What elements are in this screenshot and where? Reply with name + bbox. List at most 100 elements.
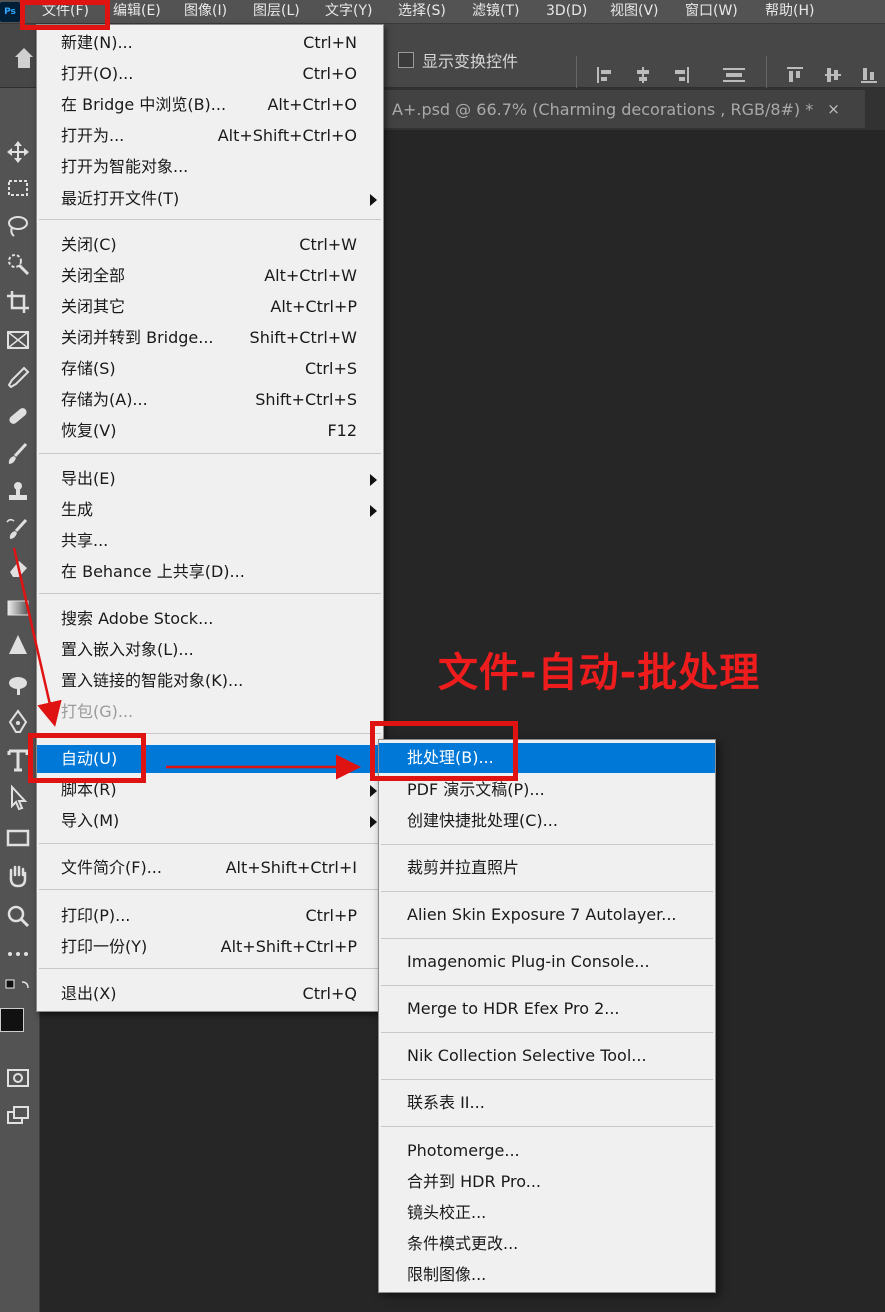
eyedropper-icon[interactable]: [4, 364, 32, 392]
dodge-icon[interactable]: [4, 670, 32, 698]
menu-item-share-behance[interactable]: 在 Behance 上共享(D)...: [37, 558, 383, 586]
menu-image[interactable]: 图像(I): [184, 0, 227, 24]
menu-item-open-as[interactable]: 打开为... Alt+Shift+Ctrl+O: [37, 122, 383, 150]
menu-item-close-others[interactable]: 关闭其它 Alt+Ctrl+P: [37, 293, 383, 321]
menu-item-open-smart-object[interactable]: 打开为智能对象...: [37, 153, 383, 181]
align-right-icon[interactable]: [672, 66, 690, 84]
menu-item-place-linked[interactable]: 置入链接的智能对象(K)...: [37, 667, 383, 695]
submenu-item-contact-sheet[interactable]: 联系表 II...: [379, 1088, 715, 1118]
document-tab[interactable]: A+.psd @ 66.7% (Charming decorations , R…: [380, 90, 865, 128]
menu-window[interactable]: 窗口(W): [685, 0, 738, 24]
show-transform-controls[interactable]: 显示变换控件: [398, 48, 518, 72]
stamp-icon[interactable]: [4, 478, 32, 506]
menu-divider: [39, 453, 381, 454]
path-select-icon[interactable]: [4, 784, 32, 812]
healing-icon[interactable]: [4, 402, 32, 430]
menu-item-import[interactable]: 导入(M): [37, 807, 383, 835]
close-tab-icon[interactable]: ×: [827, 100, 840, 118]
submenu-item-merge-hdr-pro[interactable]: 合并到 HDR Pro...: [379, 1167, 715, 1197]
show-transform-checkbox[interactable]: [398, 52, 414, 68]
menu-divider: [381, 844, 713, 845]
menu-item-generate[interactable]: 生成: [37, 496, 383, 524]
submenu-arrow-icon: [370, 194, 377, 206]
menu-item-close-all[interactable]: 关闭全部 Alt+Ctrl+W: [37, 262, 383, 290]
menu-item-revert[interactable]: 恢复(V) F12: [37, 417, 383, 445]
pen-icon[interactable]: [4, 708, 32, 736]
show-transform-label: 显示变换控件: [422, 52, 519, 71]
crop-icon[interactable]: [4, 288, 32, 316]
rectangle-icon[interactable]: [4, 824, 32, 852]
submenu-item-photomerge[interactable]: Photomerge...: [379, 1136, 715, 1166]
menu-divider: [39, 219, 381, 220]
menu-item-open[interactable]: 打开(O)... Ctrl+O: [37, 60, 383, 88]
submenu-arrow-icon: [370, 785, 377, 797]
menu-3d[interactable]: 3D(D): [546, 0, 587, 24]
swap-colors-icon[interactable]: [4, 978, 32, 1006]
menu-item-print[interactable]: 打印(P)... Ctrl+P: [37, 902, 383, 930]
menu-item-recent-files[interactable]: 最近打开文件(T): [37, 185, 383, 213]
marquee-icon[interactable]: [4, 174, 32, 202]
menu-bar: Ps 文件(F) 编辑(E) 图像(I) 图层(L) 文字(Y) 选择(S) 滤…: [0, 0, 885, 24]
move-icon[interactable]: [4, 138, 32, 166]
history-brush-icon[interactable]: [4, 516, 32, 544]
submenu-arrow-icon: [370, 505, 377, 517]
menu-type[interactable]: 文字(Y): [325, 0, 372, 24]
menu-edit[interactable]: 编辑(E): [113, 0, 161, 24]
menu-help[interactable]: 帮助(H): [765, 0, 814, 24]
menu-divider: [381, 1079, 713, 1080]
menu-item-place-embedded[interactable]: 置入嵌入对象(L)...: [37, 636, 383, 664]
frame-icon[interactable]: [4, 326, 32, 354]
menu-divider: [381, 985, 713, 986]
quick-select-icon[interactable]: [4, 250, 32, 278]
menu-item-export[interactable]: 导出(E): [37, 465, 383, 493]
menu-item-file-info[interactable]: 文件简介(F)... Alt+Shift+Ctrl+I: [37, 854, 383, 882]
menu-item-search-adobe-stock[interactable]: 搜索 Adobe Stock...: [37, 605, 383, 633]
align-middle-icon[interactable]: [824, 66, 842, 84]
file-menu: 新建(N)... Ctrl+N 打开(O)... Ctrl+O 在 Bridge 中…: [36, 24, 384, 1012]
submenu-item-lens-correction[interactable]: 镜头校正...: [379, 1198, 715, 1228]
align-center-icon[interactable]: [634, 66, 652, 84]
submenu-item-crop-straighten[interactable]: 裁剪并拉直照片: [379, 853, 715, 883]
menu-divider: [381, 1032, 713, 1033]
blur-icon[interactable]: [4, 632, 32, 660]
screen-mode-icon[interactable]: [4, 1102, 32, 1130]
menu-view[interactable]: 视图(V): [610, 0, 659, 24]
home-icon[interactable]: [14, 46, 34, 70]
menu-layer[interactable]: 图层(L): [253, 0, 300, 24]
menu-divider: [381, 938, 713, 939]
brush-icon[interactable]: [4, 440, 32, 468]
submenu-item-merge-hdr-efex[interactable]: Merge to HDR Efex Pro 2...: [379, 994, 715, 1024]
menu-item-exit[interactable]: 退出(X) Ctrl+Q: [37, 980, 383, 1008]
menu-item-save[interactable]: 存储(S) Ctrl+S: [37, 355, 383, 383]
align-left-icon[interactable]: [596, 66, 614, 84]
distribute-icon[interactable]: [722, 66, 746, 84]
menu-item-browse-bridge[interactable]: 在 Bridge 中浏览(B)... Alt+Ctrl+O: [37, 91, 383, 119]
submenu-arrow-icon: [370, 474, 377, 486]
lasso-icon[interactable]: [4, 212, 32, 240]
submenu-item-alien-skin[interactable]: Alien Skin Exposure 7 Autolayer...: [379, 900, 715, 930]
quick-mask-icon[interactable]: [4, 1064, 32, 1092]
submenu-item-nik-collection[interactable]: Nik Collection Selective Tool...: [379, 1041, 715, 1071]
zoom-icon[interactable]: [4, 902, 32, 930]
gradient-icon[interactable]: [4, 594, 32, 622]
eraser-icon[interactable]: [4, 554, 32, 582]
foreground-color-swatch[interactable]: [0, 1008, 24, 1032]
more-icon[interactable]: [4, 940, 32, 968]
menu-item-save-as[interactable]: 存储为(A)... Shift+Ctrl+S: [37, 386, 383, 414]
hand-icon[interactable]: [4, 862, 32, 890]
submenu-item-create-droplet[interactable]: 创建快捷批处理(C)...: [379, 806, 715, 836]
align-top-icon[interactable]: [786, 66, 804, 84]
menu-item-close[interactable]: 关闭(C) Ctrl+W: [37, 231, 383, 259]
menu-item-new[interactable]: 新建(N)... Ctrl+N: [37, 29, 383, 57]
menu-item-print-one-copy[interactable]: 打印一份(Y) Alt+Shift+Ctrl+P: [37, 933, 383, 961]
align-bottom-icon[interactable]: [860, 66, 878, 84]
submenu-item-fit-image[interactable]: 限制图像...: [379, 1260, 715, 1290]
menu-filter[interactable]: 滤镜(T): [472, 0, 519, 24]
menu-item-share[interactable]: 共享...: [37, 527, 383, 555]
submenu-item-imagenomic[interactable]: Imagenomic Plug-in Console...: [379, 947, 715, 977]
submenu-item-conditional-mode[interactable]: 条件模式更改...: [379, 1229, 715, 1259]
menu-item-close-go-bridge[interactable]: 关闭并转到 Bridge... Shift+Ctrl+W: [37, 324, 383, 352]
menu-divider: [39, 593, 381, 594]
menu-divider: [381, 1126, 713, 1127]
menu-select[interactable]: 选择(S): [398, 0, 446, 24]
